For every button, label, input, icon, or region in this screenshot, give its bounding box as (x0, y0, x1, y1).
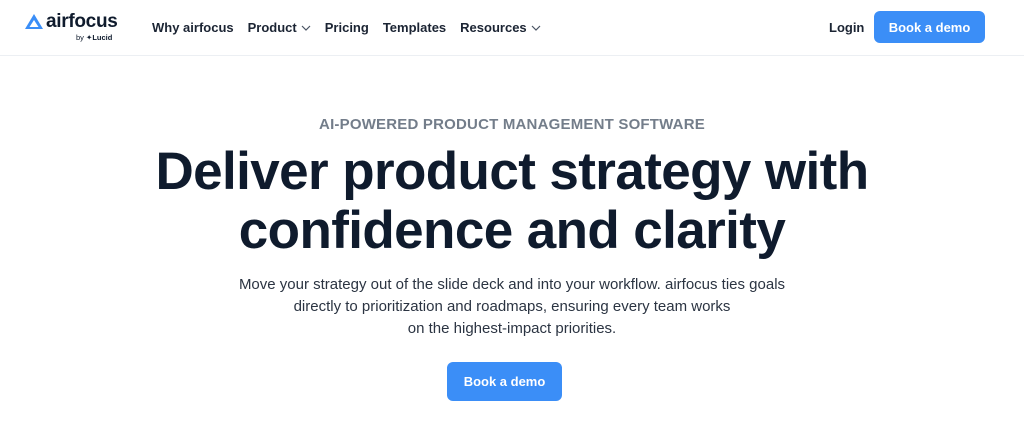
hero-section: AI-POWERED PRODUCT MANAGEMENT SOFTWARE D… (0, 56, 1024, 446)
main-nav: Why airfocus Product Pricing Templates R… (152, 19, 555, 37)
nav-item-product[interactable]: Product (248, 19, 311, 37)
top-navbar: airfocus by ✦Lucid Why airfocus Product … (0, 0, 1024, 56)
book-demo-button[interactable]: Book a demo (874, 11, 985, 43)
hero-book-demo-button[interactable]: Book a demo (447, 362, 562, 401)
chevron-down-icon (301, 25, 311, 31)
nav-item-pricing[interactable]: Pricing (325, 19, 369, 37)
login-link[interactable]: Login (829, 19, 864, 37)
nav-item-label: Product (247, 20, 297, 35)
nav-item-templates[interactable]: Templates (383, 19, 446, 37)
airfocus-logo-icon (25, 14, 43, 29)
hero-eyebrow: AI-POWERED PRODUCT MANAGEMENT SOFTWARE (319, 116, 705, 133)
hero-headline: Deliver product strategy with confidence… (0, 142, 1024, 260)
brand-byline: by ✦Lucid (76, 33, 112, 42)
subhead-line: Move your strategy out of the slide deck… (238, 276, 786, 293)
nav-item-resources[interactable]: Resources (460, 19, 541, 37)
subhead-line: directly to prioritization and roadmaps,… (293, 298, 731, 315)
hero-subhead: Move your strategy out of the slide deck… (212, 274, 812, 340)
byline-prefix: by (76, 33, 84, 42)
nav-item-label: Why airfocus (152, 20, 234, 35)
nav-item-label: Pricing (324, 20, 369, 35)
nav-item-label: Resources (460, 20, 527, 35)
subhead-line: on the highest-impact priorities. (407, 320, 617, 337)
brand-name: airfocus (46, 11, 118, 32)
chevron-down-icon (531, 25, 541, 31)
byline-company: Lucid (92, 33, 113, 42)
airfocus-logo[interactable]: airfocus by ✦Lucid (24, 11, 124, 43)
headline-line: confidence and clarity (238, 201, 786, 260)
nav-item-why-airfocus[interactable]: Why airfocus (152, 19, 234, 37)
nav-item-label: Templates (382, 20, 447, 35)
headline-line: Deliver product strategy with (155, 142, 870, 201)
